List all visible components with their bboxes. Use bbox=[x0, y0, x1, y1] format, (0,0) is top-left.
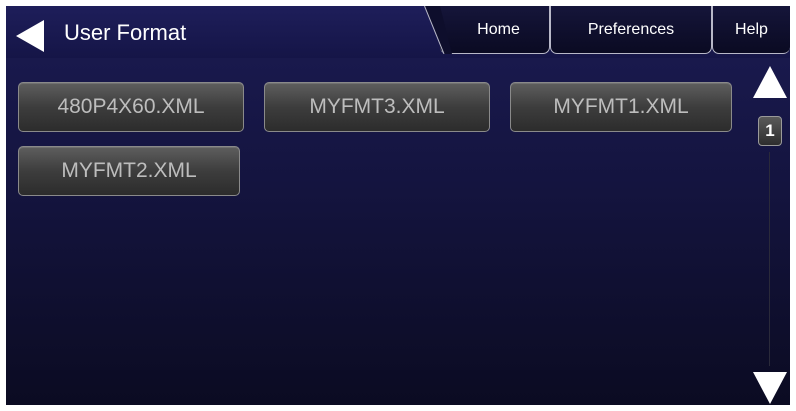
file-button-label: 480P4X60.XML bbox=[57, 95, 205, 118]
back-arrow-icon bbox=[16, 20, 44, 52]
file-button-myfmt3[interactable]: MYFMT3.XML bbox=[264, 82, 490, 132]
scroll-up-button[interactable] bbox=[752, 64, 788, 100]
tab-slant-decoration bbox=[424, 6, 452, 54]
file-button-480p4x60[interactable]: 480P4X60.XML bbox=[18, 82, 244, 132]
tab-home-label: Home bbox=[477, 20, 520, 38]
page-title: User Format bbox=[64, 20, 187, 45]
page-indicator: 1 bbox=[758, 116, 782, 146]
tab-home[interactable]: Home bbox=[424, 6, 550, 54]
file-button-myfmt1[interactable]: MYFMT1.XML bbox=[510, 82, 732, 132]
header-bar: User Format Home Preferences Help bbox=[6, 6, 790, 58]
tab-help-label: Help bbox=[735, 20, 768, 38]
scroll-track[interactable] bbox=[769, 152, 770, 366]
back-button[interactable] bbox=[12, 18, 48, 54]
file-button-label: MYFMT2.XML bbox=[61, 159, 197, 182]
file-button-label: MYFMT1.XML bbox=[553, 95, 689, 118]
scroll-up-icon bbox=[753, 66, 787, 98]
tab-preferences-label: Preferences bbox=[587, 20, 675, 38]
scroll-down-icon bbox=[753, 372, 787, 404]
scroll-down-button[interactable] bbox=[752, 370, 788, 405]
page-number: 1 bbox=[765, 121, 775, 140]
file-button-myfmt2[interactable]: MYFMT2.XML bbox=[18, 146, 240, 196]
file-button-label: MYFMT3.XML bbox=[309, 95, 445, 118]
user-format-screen: User Format Home Preferences Help 480P4X… bbox=[6, 6, 790, 405]
tab-preferences[interactable]: Preferences bbox=[550, 6, 712, 54]
tab-help[interactable]: Help bbox=[712, 6, 790, 54]
